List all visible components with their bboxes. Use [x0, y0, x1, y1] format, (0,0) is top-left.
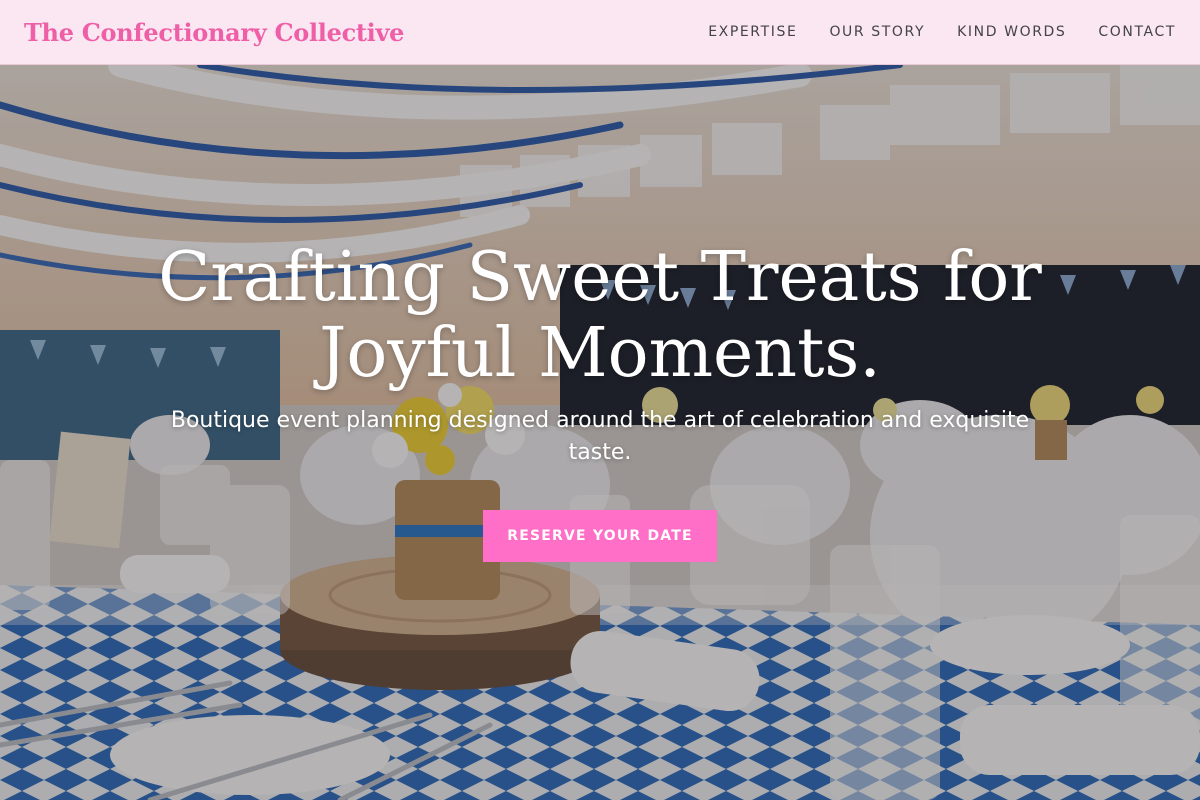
nav-our-story[interactable]: OUR STORY [829, 24, 925, 40]
brand-logo[interactable]: The Confectionary Collective [24, 18, 404, 47]
site-header: The Confectionary Collective EXPERTISE O… [0, 0, 1200, 65]
hero-section: Crafting Sweet Treats for Joyful Moments… [0, 65, 1200, 800]
nav-kind-words[interactable]: KIND WORDS [957, 24, 1066, 40]
hero-subtitle: Boutique event planning designed around … [170, 408, 1030, 465]
nav-contact[interactable]: CONTACT [1098, 24, 1176, 40]
reserve-your-date-button[interactable]: RESERVE YOUR DATE [483, 510, 717, 562]
nav-expertise[interactable]: EXPERTISE [708, 24, 797, 40]
main-nav: EXPERTISE OUR STORY KIND WORDS CONTACT [708, 24, 1176, 40]
hero-title: Crafting Sweet Treats for Joyful Moments… [158, 238, 1042, 393]
